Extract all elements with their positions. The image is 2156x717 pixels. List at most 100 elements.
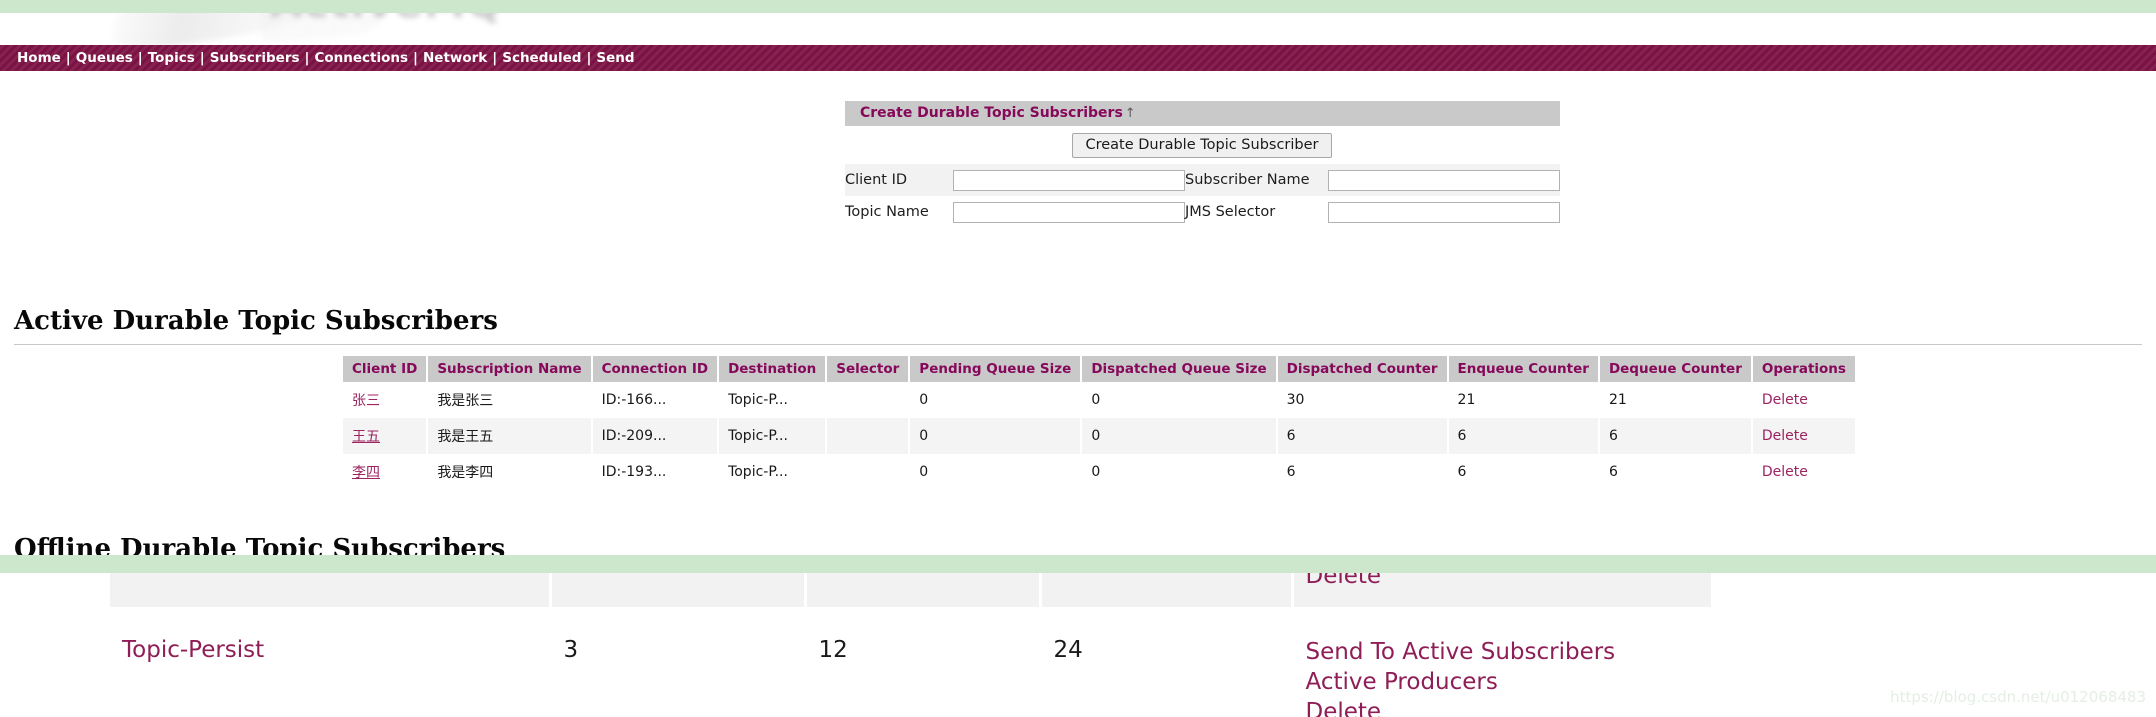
cell-subscription-name: 我是李四	[427, 454, 593, 490]
cell-client-id: 王五	[343, 418, 429, 454]
nav-separator: |	[492, 50, 498, 66]
nav-item-subscribers[interactable]: Subscribers	[210, 50, 300, 66]
cell-dispatched-counter: 6	[1276, 454, 1449, 490]
cell-dispatched-queue-size: 0	[1081, 418, 1278, 454]
col-destination[interactable]: Destination	[718, 356, 828, 382]
cell-partial-operations: Delete	[1292, 573, 1714, 607]
create-durable-topic-subscribers-panel: Create Durable Topic Subscribers ↑ Create…	[845, 101, 1560, 228]
cell-destination: Topic-P...	[718, 418, 828, 454]
cell-subscription-name: 我是王五	[427, 418, 593, 454]
delete-link[interactable]: Delete	[1762, 392, 1808, 408]
table-body: 张三 我是张三 ID:-166... Topic-P... 0 0 30 21 …	[343, 382, 1855, 490]
client-id-cell	[953, 164, 1185, 196]
nav-item-queues[interactable]: Queues	[76, 50, 133, 66]
create-panel-title: Create Durable Topic Subscribers	[860, 105, 1123, 121]
cell-subscription-name: 我是张三	[427, 382, 593, 418]
cell-dequeue-counter: 6	[1598, 454, 1753, 490]
delete-link[interactable]: Delete	[1306, 573, 1382, 589]
create-subscriber-form: Client ID Subscriber Name Topic Name JMS…	[845, 164, 1560, 228]
watermark: https://blog.csdn.net/u012068483	[1890, 688, 2146, 706]
nav-separator: |	[137, 50, 143, 66]
jms-selector-input[interactable]	[1328, 201, 1560, 223]
col-enqueue-counter[interactable]: Enqueue Counter	[1447, 356, 1600, 382]
cell-enqueue-counter: 6	[1447, 418, 1600, 454]
form-row-2: Topic Name JMS Selector	[845, 196, 1560, 228]
nav-item-send[interactable]: Send	[596, 50, 634, 66]
nav-item-scheduled[interactable]: Scheduled	[502, 50, 581, 66]
active-producers-link[interactable]: Active Producers	[1306, 667, 1699, 697]
table-header-row: Client ID Subscription Name Connection I…	[343, 356, 1855, 382]
nav-item-home[interactable]: Home	[17, 50, 61, 66]
client-id-input[interactable]	[953, 169, 1185, 191]
col-selector[interactable]: Selector	[826, 356, 911, 382]
cell-dispatched-counter: 30	[1276, 382, 1449, 418]
col-operations[interactable]: Operations	[1751, 356, 1855, 382]
col-client-id[interactable]: Client ID	[343, 356, 429, 382]
cell-dequeue-counter: 6	[1598, 418, 1753, 454]
create-durable-topic-subscriber-button[interactable]: Create Durable Topic Subscriber	[1072, 132, 1332, 158]
col-dispatched-counter[interactable]: Dispatched Counter	[1276, 356, 1449, 382]
cell-destination: Topic-P...	[718, 382, 828, 418]
create-button-row: Create Durable Topic Subscriber	[845, 126, 1560, 164]
cell-operations: Delete	[1751, 382, 1855, 418]
nav-separator: |	[65, 50, 71, 66]
nav-item-network[interactable]: Network	[423, 50, 487, 66]
cell-selector	[826, 418, 911, 454]
nav-separator: |	[199, 50, 205, 66]
page-root: ActiveMQ Home | Queues | Topics | Subscribers |…	[0, 0, 2156, 717]
active-durable-topic-subscribers-table: Client ID Subscription Name Connection I…	[343, 356, 1855, 490]
delete-link[interactable]: Delete	[1762, 428, 1808, 444]
form-row-1: Client ID Subscriber Name	[845, 164, 1560, 196]
overlay-band-top	[0, 0, 2156, 13]
delete-link[interactable]: Delete	[1306, 697, 1699, 717]
send-to-active-subscribers-link[interactable]: Send To Active Subscribers	[1306, 637, 1699, 667]
cell-operations: Send To Active Subscribers Active Produc…	[1292, 607, 1714, 717]
cell-pending-queue-size: 0	[909, 454, 1083, 490]
nav-separator: |	[413, 50, 418, 66]
main-navigation[interactable]: Home | Queues | Topics | Subscribers | Connectio…	[0, 45, 2156, 71]
cell-partial-a	[110, 573, 552, 607]
topic-name-cell	[953, 196, 1185, 228]
col-subscription-name[interactable]: Subscription Name	[427, 356, 593, 382]
cell-connection-id: ID:-209...	[591, 418, 720, 454]
cell-selector	[826, 454, 911, 490]
col-dispatched-queue-size[interactable]: Dispatched Queue Size	[1081, 356, 1278, 382]
cell-connection-id: ID:-166...	[591, 382, 720, 418]
cell-dequeue-counter: 21	[1598, 382, 1753, 418]
cell-number-1: 3	[550, 607, 807, 717]
delete-link[interactable]: Delete	[1762, 464, 1808, 480]
cell-destination: Topic-Persist	[110, 607, 552, 717]
nav-item-connections[interactable]: Connections	[314, 50, 408, 66]
subscriber-name-label: Subscriber Name	[1185, 164, 1328, 196]
active-subscribers-heading: Active Durable Topic Subscribers	[14, 306, 498, 336]
client-id-link[interactable]: 王五	[352, 429, 380, 445]
subscriber-name-input[interactable]	[1328, 169, 1560, 191]
topic-name-label: Topic Name	[845, 196, 953, 228]
create-panel-title-bar[interactable]: Create Durable Topic Subscribers ↑	[845, 101, 1560, 126]
offline-durable-topic-subscribers-table: Delete Topic-Persist 3 12 24 Send To Act…	[110, 573, 1714, 717]
cell-partial-c	[805, 573, 1042, 607]
cell-enqueue-counter: 21	[1447, 382, 1600, 418]
collapse-arrow-icon[interactable]: ↑	[1123, 106, 1136, 121]
topic-name-input[interactable]	[953, 201, 1185, 223]
cell-number-3: 24	[1040, 607, 1294, 717]
client-id-link[interactable]: 李四	[352, 465, 380, 481]
subscriber-name-cell	[1328, 164, 1560, 196]
col-connection-id[interactable]: Connection ID	[591, 356, 720, 382]
col-dequeue-counter[interactable]: Dequeue Counter	[1598, 356, 1753, 382]
col-pending-queue-size[interactable]: Pending Queue Size	[909, 356, 1083, 382]
table-head: Client ID Subscription Name Connection I…	[343, 356, 1855, 382]
jms-selector-label: JMS Selector	[1185, 196, 1328, 228]
table-row: Topic-Persist 3 12 24 Send To Active Sub…	[110, 607, 1714, 717]
cell-connection-id: ID:-193...	[591, 454, 720, 490]
cell-pending-queue-size: 0	[909, 382, 1083, 418]
nav-separator: |	[586, 50, 592, 66]
client-id-link[interactable]: 张三	[352, 393, 380, 409]
cell-operations: Delete	[1751, 454, 1855, 490]
nav-item-topics[interactable]: Topics	[148, 50, 195, 66]
destination-link[interactable]: Topic-Persist	[122, 637, 264, 663]
cell-partial-b	[550, 573, 807, 607]
cell-selector	[826, 382, 911, 418]
table-row: 王五 我是王五 ID:-209... Topic-P... 0 0 6 6 6 …	[343, 418, 1855, 454]
cell-pending-queue-size: 0	[909, 418, 1083, 454]
